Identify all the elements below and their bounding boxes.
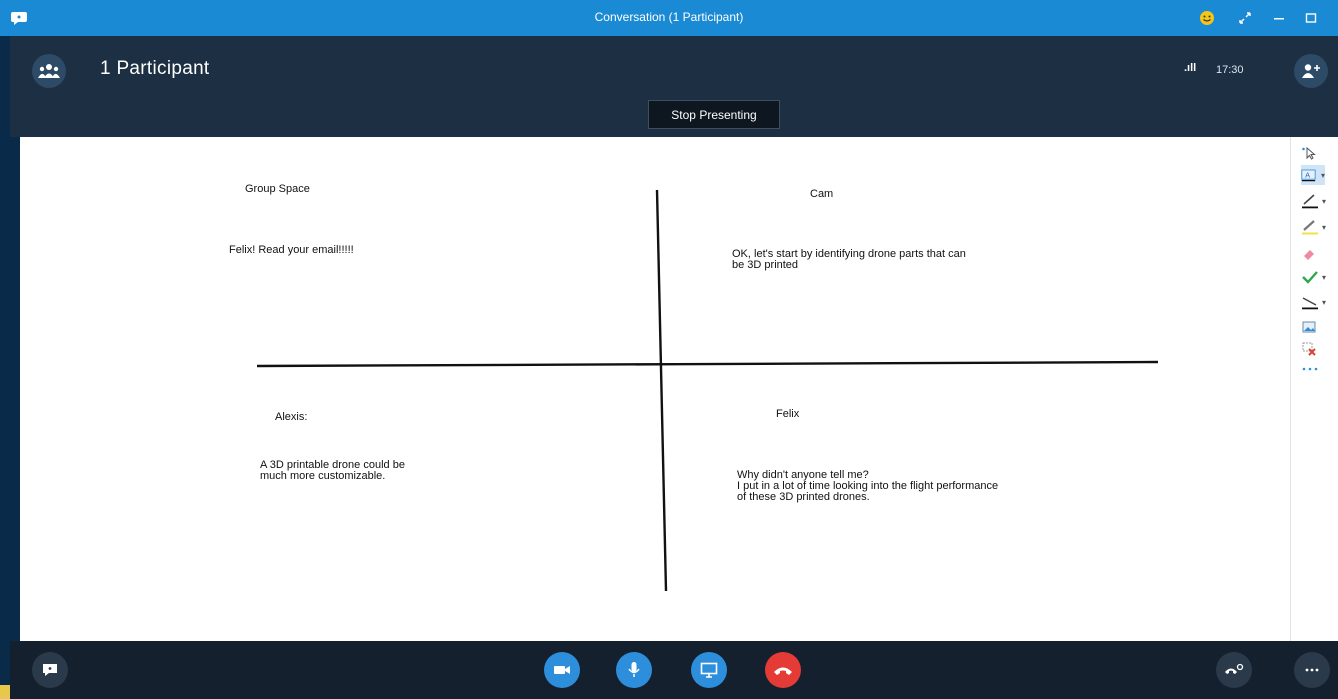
quadrant-top-left-text: Felix! Read your email!!!!! — [229, 244, 354, 256]
window-title: Conversation (1 Participant) — [594, 10, 744, 24]
participants-count-label: 1 Participant — [100, 58, 210, 79]
whiteboard-toolbar: A ▾ ▾ ▾ ▾ ▾ — [1290, 137, 1338, 641]
microphone-icon[interactable] — [616, 652, 652, 688]
video-icon[interactable] — [544, 652, 580, 688]
quadrant-bottom-right-text: Why didn't anyone tell me? I put in a lo… — [737, 469, 999, 503]
more-options-icon[interactable] — [1301, 359, 1331, 379]
taskbar-accent — [0, 685, 10, 699]
call-controls-bar — [10, 641, 1338, 699]
stop-presenting-button[interactable]: Stop Presenting — [648, 100, 780, 129]
vertical-divider-line — [655, 189, 668, 592]
quadrant-top-right-text: OK, let's start by identifying drone par… — [732, 248, 966, 271]
pen-icon[interactable]: ▾ — [1301, 191, 1331, 211]
stamp-icon[interactable]: ▾ — [1301, 267, 1331, 287]
minimize-icon[interactable] — [1268, 8, 1290, 28]
whiteboard-ink — [256, 189, 1159, 592]
signal-strength-icon: .ıll — [1184, 62, 1197, 74]
conversation-header: 1 Participant .ıll 17:30 Stop Presenting — [10, 36, 1338, 137]
quadrant-top-right-heading: Cam — [810, 188, 834, 200]
quadrant-bottom-left-heading: Alexis: — [275, 411, 308, 423]
eraser-icon[interactable] — [1301, 243, 1331, 263]
call-time: 17:30 — [1216, 64, 1244, 76]
more-icon[interactable] — [1294, 652, 1330, 688]
expand-icon[interactable] — [1234, 8, 1256, 28]
text-tool-icon[interactable]: A ▾ — [1301, 165, 1325, 185]
chat-icon[interactable] — [32, 652, 68, 688]
emoji-icon[interactable] — [1196, 8, 1218, 28]
insert-image-icon[interactable] — [1301, 317, 1331, 337]
highlighter-icon[interactable]: ▾ — [1301, 217, 1331, 237]
quadrant-bottom-right-heading: Felix — [776, 408, 800, 420]
hang-up-icon[interactable] — [765, 652, 801, 688]
delete-selection-icon[interactable] — [1301, 339, 1331, 359]
quadrant-bottom-left-text: A 3D printable drone could be much more … — [260, 459, 405, 482]
svg-text:A: A — [1305, 170, 1310, 179]
whiteboard-area: Group Space Felix! Read your email!!!!! … — [20, 137, 1338, 641]
present-screen-icon[interactable] — [691, 652, 727, 688]
call-controls-icon[interactable] — [1216, 652, 1252, 688]
whiteboard-canvas[interactable]: Group Space Felix! Read your email!!!!! … — [20, 137, 1290, 641]
horizontal-divider-line — [256, 360, 1159, 368]
participants-icon[interactable] — [32, 54, 66, 88]
pointer-icon[interactable] — [1301, 143, 1331, 163]
maximize-icon[interactable] — [1300, 8, 1322, 28]
window-title-bar: Conversation (1 Participant) — [0, 0, 1338, 36]
quadrant-top-left-heading: Group Space — [245, 183, 310, 195]
shape-icon[interactable]: ▾ — [1301, 292, 1331, 312]
add-participant-icon[interactable] — [1294, 54, 1328, 88]
